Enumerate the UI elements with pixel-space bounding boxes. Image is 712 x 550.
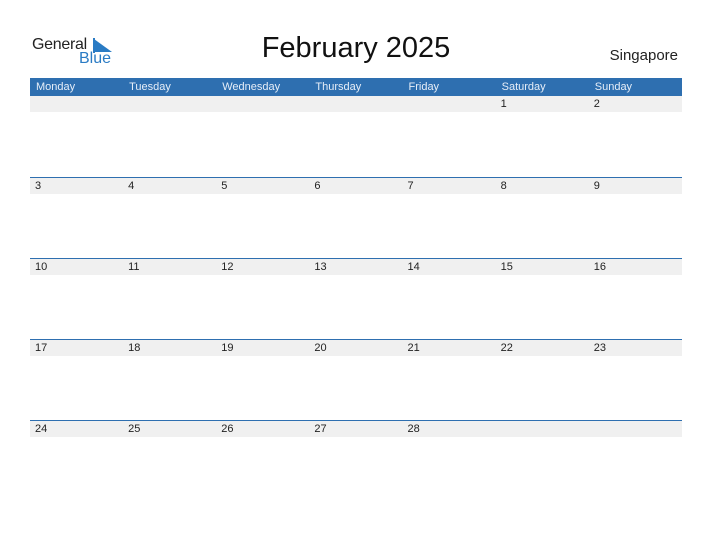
weekday-wednesday: Wednesday: [222, 81, 281, 93]
day-number-strip: 3 4 5 6 7 8 9: [30, 178, 682, 194]
day-cell: 28: [407, 423, 420, 435]
day-cell: 27: [314, 423, 327, 435]
day-cell: 4: [128, 180, 135, 192]
day-cell: [309, 96, 402, 112]
day-cell: 17: [35, 342, 48, 354]
day-cell: 21: [407, 342, 420, 354]
week-row: 3 4 5 6 7 8 9: [30, 177, 682, 258]
day-cell: [123, 96, 216, 112]
day-cell: 7: [407, 180, 414, 192]
day-number-strip: 12: [30, 96, 682, 112]
country-label: Singapore: [609, 47, 678, 64]
day-cell: 16: [593, 261, 606, 273]
weekday-tuesday: Tuesday: [129, 81, 171, 93]
day-cell: 8: [500, 180, 507, 192]
page-title: February 2025: [261, 32, 451, 64]
day-cell: 1: [500, 98, 507, 110]
day-cell: [403, 96, 496, 112]
day-cell: 26: [221, 423, 234, 435]
day-cell: 2: [593, 98, 600, 110]
weekday-thursday: Thursday: [315, 81, 362, 93]
day-cell: 12: [221, 261, 234, 273]
calendar-grid: Monday Tuesday Wednesday Thursday Friday…: [30, 78, 682, 501]
day-cell: 3: [35, 180, 42, 192]
day-cell: 6: [314, 180, 321, 192]
weekday-saturday: Saturday: [501, 81, 546, 93]
day-cell: 23: [593, 342, 606, 354]
weekday-header: Monday Tuesday Wednesday Thursday Friday…: [30, 78, 682, 96]
week-row: 12: [30, 96, 682, 177]
day-cell: 25: [128, 423, 141, 435]
day-cell: 22: [500, 342, 513, 354]
day-cell: 24: [35, 423, 48, 435]
day-cell: 5: [221, 180, 228, 192]
day-cell: 14: [407, 261, 420, 273]
day-cell: 19: [221, 342, 234, 354]
day-number-strip: 17 18 19 20 21 22 23: [30, 340, 682, 356]
day-cell: 11: [128, 261, 140, 273]
week-row: 17 18 19 20 21 22 23: [30, 339, 682, 420]
weekday-monday: Monday: [36, 81, 76, 93]
day-cell: 10: [35, 261, 48, 273]
weekday-sunday: Sunday: [594, 81, 633, 93]
day-cell: 15: [500, 261, 513, 273]
week-row: 10 11 12 13 14 15 16: [30, 258, 682, 339]
day-cell: 13: [314, 261, 327, 273]
week-row: 24 25 26 27 28: [30, 420, 682, 501]
weekday-friday: Friday: [408, 81, 440, 93]
day-cell: [30, 96, 123, 112]
day-cell: 18: [128, 342, 141, 354]
day-cell: 9: [593, 180, 600, 192]
day-cell: [589, 421, 682, 437]
day-cell: 20: [314, 342, 327, 354]
day-cell: [496, 421, 589, 437]
day-number-strip: 24 25 26 27 28: [30, 421, 682, 437]
day-cell: [216, 96, 309, 112]
day-number-strip: 10 11 12 13 14 15 16: [30, 259, 682, 275]
